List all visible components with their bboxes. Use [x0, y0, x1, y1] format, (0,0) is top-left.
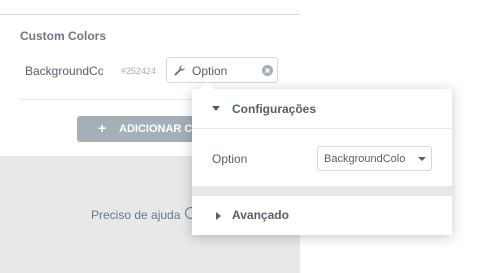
option-select[interactable]: BackgroundColo	[317, 146, 432, 171]
popover-arrow	[200, 82, 214, 89]
dynamic-tag-settings-popover: Configurações Option BackgroundColo Avan…	[192, 82, 452, 235]
settings-section-title: Configurações	[232, 102, 317, 116]
caret-down-icon	[212, 106, 220, 111]
plus-icon: +	[98, 120, 107, 136]
add-color-button-label: ADICIONAR CO	[119, 123, 201, 135]
color-name-label: BackgroundCo	[25, 64, 103, 78]
dynamic-tag-field[interactable]: Option	[166, 57, 278, 83]
clear-icon[interactable]	[262, 65, 273, 76]
wrench-icon	[174, 65, 185, 76]
help-link[interactable]: Preciso de ajuda	[91, 208, 180, 222]
advanced-section-title[interactable]: Avançado	[232, 208, 289, 222]
chevron-down-icon	[418, 157, 426, 161]
caret-right-icon	[216, 212, 221, 220]
color-hex-value: #252424	[121, 66, 157, 76]
section-separator	[192, 186, 452, 196]
dynamic-tag-label: Option	[192, 64, 228, 78]
section-title: Custom Colors	[20, 29, 107, 43]
add-color-button[interactable]: + ADICIONAR CO	[77, 116, 207, 142]
settings-section-header[interactable]: Configurações	[192, 89, 452, 129]
option-field-label: Option	[212, 152, 248, 166]
top-divider	[0, 14, 300, 15]
option-select-value: BackgroundColo	[324, 153, 406, 165]
